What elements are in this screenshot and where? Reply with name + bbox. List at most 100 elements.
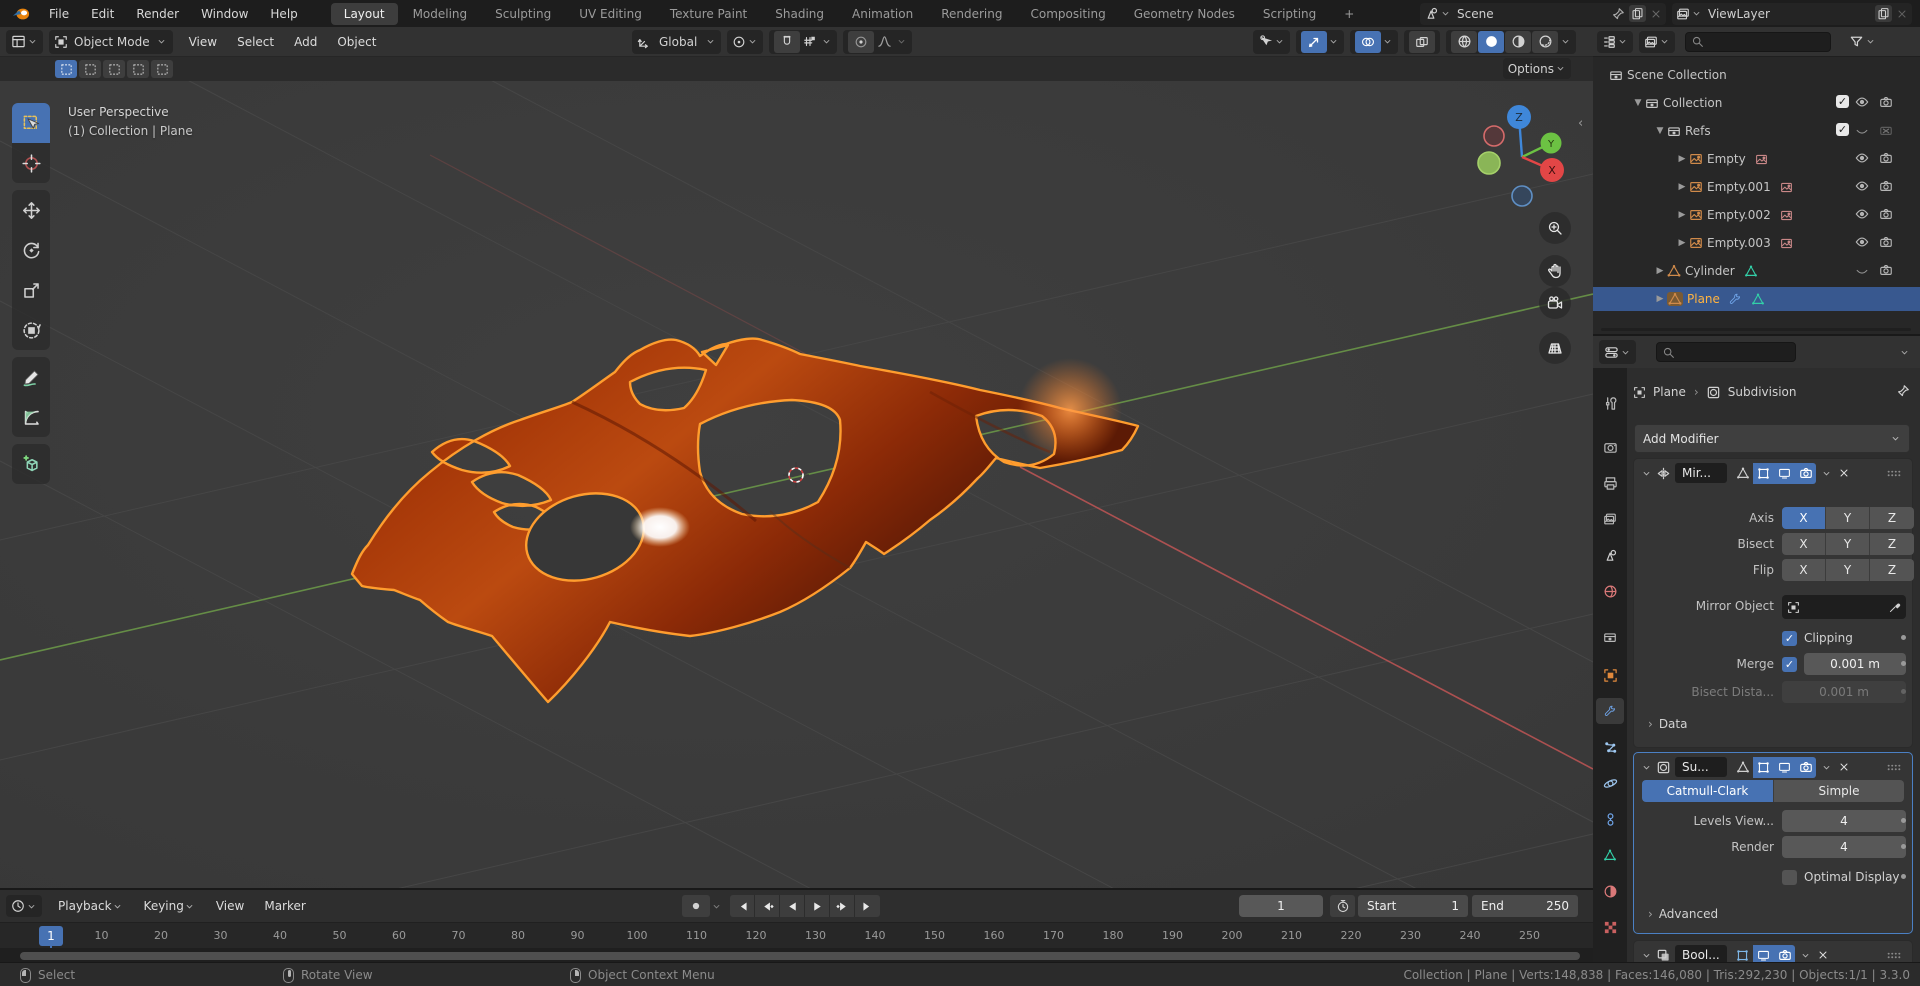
chevron-down-icon[interactable] <box>1559 36 1571 47</box>
jump-start-button[interactable] <box>730 895 755 917</box>
shading-rendered-button[interactable] <box>1532 31 1558 53</box>
bisect-toggle-z[interactable]: Z <box>1870 533 1914 555</box>
catmull-clark-button[interactable]: Catmull-Clark <box>1642 780 1773 802</box>
modifier-extras-chevron[interactable] <box>1799 950 1811 961</box>
disclosure-open-icon[interactable]: ▼ <box>1653 126 1667 136</box>
object-visibility-dropdown[interactable] <box>1253 30 1290 54</box>
timeline-menu-playback[interactable]: Playback <box>48 899 134 913</box>
bisect-toggle-y[interactable]: Y <box>1826 533 1870 555</box>
tab-texture-paint[interactable]: Texture Paint <box>657 3 760 25</box>
properties-tab-output[interactable] <box>1596 470 1624 496</box>
outliner-row-collection[interactable]: ▼Collection <box>1593 91 1920 115</box>
breadcrumb-item[interactable]: Subdivision <box>1728 385 1797 399</box>
tool-select-box[interactable] <box>12 103 50 143</box>
properties-tab-object-data[interactable] <box>1596 842 1624 868</box>
properties-tab-view-layer[interactable] <box>1596 506 1624 532</box>
drag-handle-icon[interactable] <box>1886 949 1902 961</box>
render-levels-field[interactable]: 4 <box>1782 836 1906 858</box>
tab-geometry-nodes[interactable]: Geometry Nodes <box>1121 3 1248 25</box>
merge-checkbox[interactable]: ✓ <box>1782 657 1797 672</box>
add-workspace-button[interactable]: + <box>1331 3 1367 25</box>
snap-toggle[interactable] <box>774 31 800 53</box>
camera-view-button[interactable] <box>1539 287 1571 319</box>
outliner-row-plane[interactable]: ▶Plane <box>1593 287 1920 311</box>
disclosure-closed-icon[interactable]: ▶ <box>1675 182 1689 192</box>
select-mode-invert[interactable] <box>127 60 149 78</box>
animate-dot[interactable] <box>1901 818 1906 823</box>
outliner-filter-button[interactable] <box>1849 34 1876 49</box>
simple-button[interactable]: Simple <box>1773 780 1904 802</box>
select-mode-extend[interactable] <box>79 60 101 78</box>
auto-keyframe-toggle[interactable] <box>682 895 710 917</box>
collapse-chevron-icon[interactable] <box>1640 950 1652 961</box>
viewport-menu-object[interactable]: Object <box>327 35 386 49</box>
transform-orientation-dropdown[interactable]: Global <box>632 30 721 54</box>
animate-dot[interactable] <box>1901 635 1906 640</box>
options-dropdown[interactable]: Options <box>1503 58 1571 79</box>
pin-icon[interactable] <box>1896 384 1910 398</box>
axis-toggle-z[interactable]: Z <box>1870 507 1914 529</box>
collapse-chevron-icon[interactable] <box>1640 762 1652 773</box>
gizmo-axis-x-neg[interactable] <box>1484 126 1504 146</box>
outliner-row-refs[interactable]: ▼Refs <box>1593 119 1920 143</box>
subdivision-panel-header[interactable]: Su... <box>1634 753 1912 781</box>
viewlayer-name[interactable]: ViewLayer <box>1708 7 1871 21</box>
snap-target-icon[interactable] <box>803 35 817 49</box>
menu-window[interactable]: Window <box>190 0 259 27</box>
jump-end-button[interactable] <box>855 895 880 917</box>
show-in-editmode-toggle[interactable] <box>1753 757 1774 778</box>
gizmo-axis-z-neg[interactable] <box>1512 186 1532 206</box>
show-overlays-toggle[interactable] <box>1355 31 1381 53</box>
prev-keyframe-button[interactable] <box>755 895 780 917</box>
properties-tab-modifiers[interactable] <box>1596 698 1624 724</box>
disclosure-closed-icon[interactable]: ▶ <box>1675 238 1689 248</box>
modifier-name-field[interactable]: Mir... <box>1675 463 1727 483</box>
tool-rotate[interactable] <box>12 230 50 270</box>
tab-uv-editing[interactable]: UV Editing <box>566 3 655 25</box>
xray-toggle[interactable] <box>1409 31 1435 53</box>
timeline-menu-keying[interactable]: Keying <box>134 899 206 913</box>
axis-toggle-x[interactable]: X <box>1782 507 1826 529</box>
properties-editor-type-button[interactable] <box>1599 340 1636 364</box>
menu-help[interactable]: Help <box>259 0 308 27</box>
bisect-toggle-x[interactable]: X <box>1782 533 1826 555</box>
disclosure-closed-icon[interactable]: ▶ <box>1675 210 1689 220</box>
viewport-3d[interactable]: Z Y X ‹ User Perspective (1) Collection … <box>0 81 1593 888</box>
shading-solid-button[interactable] <box>1478 31 1504 53</box>
tool-add-cube[interactable] <box>12 444 50 484</box>
disclosure-closed-icon[interactable]: ▶ <box>1653 266 1667 276</box>
mirror-panel-header[interactable]: Mir... <box>1634 459 1912 487</box>
tool-cursor[interactable] <box>12 143 50 183</box>
mode-dropdown[interactable]: Object Mode <box>49 30 173 54</box>
show-realtime-toggle[interactable] <box>1774 757 1795 778</box>
drag-handle-icon[interactable] <box>1886 467 1902 479</box>
show-on-cage-toggle[interactable] <box>1732 757 1753 778</box>
add-modifier-button[interactable]: Add Modifier <box>1634 424 1910 453</box>
modifier-extras-chevron[interactable] <box>1820 762 1832 773</box>
properties-tab-material[interactable] <box>1596 878 1624 904</box>
scene-name[interactable]: Scene <box>1457 7 1611 21</box>
tab-shading[interactable]: Shading <box>762 3 837 25</box>
delete-modifier-icon[interactable] <box>1838 761 1850 773</box>
viewport-menu-add[interactable]: Add <box>284 35 327 49</box>
animate-dot[interactable] <box>1901 661 1906 666</box>
outliner-row-cylinder[interactable]: ▶Cylinder <box>1593 259 1920 283</box>
properties-tab-collection[interactable] <box>1596 624 1624 650</box>
outliner-scrollbar[interactable] <box>1601 328 1911 331</box>
flip-toggle-z[interactable]: Z <box>1870 559 1914 581</box>
properties-tab-world[interactable] <box>1596 578 1624 604</box>
timeline-editor-type-button[interactable] <box>6 895 42 917</box>
clipping-checkbox[interactable]: ✓ <box>1782 631 1797 646</box>
select-mode-intersect[interactable] <box>151 60 173 78</box>
animate-dot[interactable] <box>1901 874 1906 879</box>
tool-transform[interactable] <box>12 310 50 350</box>
frame-start-field[interactable]: Start 1 <box>1358 895 1468 917</box>
properties-tab-render[interactable] <box>1596 434 1624 460</box>
collapse-chevron-icon[interactable] <box>1640 468 1652 479</box>
select-mode-new[interactable] <box>55 60 77 78</box>
flip-toggle-x[interactable]: X <box>1782 559 1826 581</box>
data-subpanel-toggle[interactable]: ›Data <box>1648 713 1687 735</box>
zoom-button[interactable] <box>1539 212 1571 244</box>
show-gizmo-toggle[interactable] <box>1301 31 1327 53</box>
show-render-toggle[interactable] <box>1795 463 1816 484</box>
